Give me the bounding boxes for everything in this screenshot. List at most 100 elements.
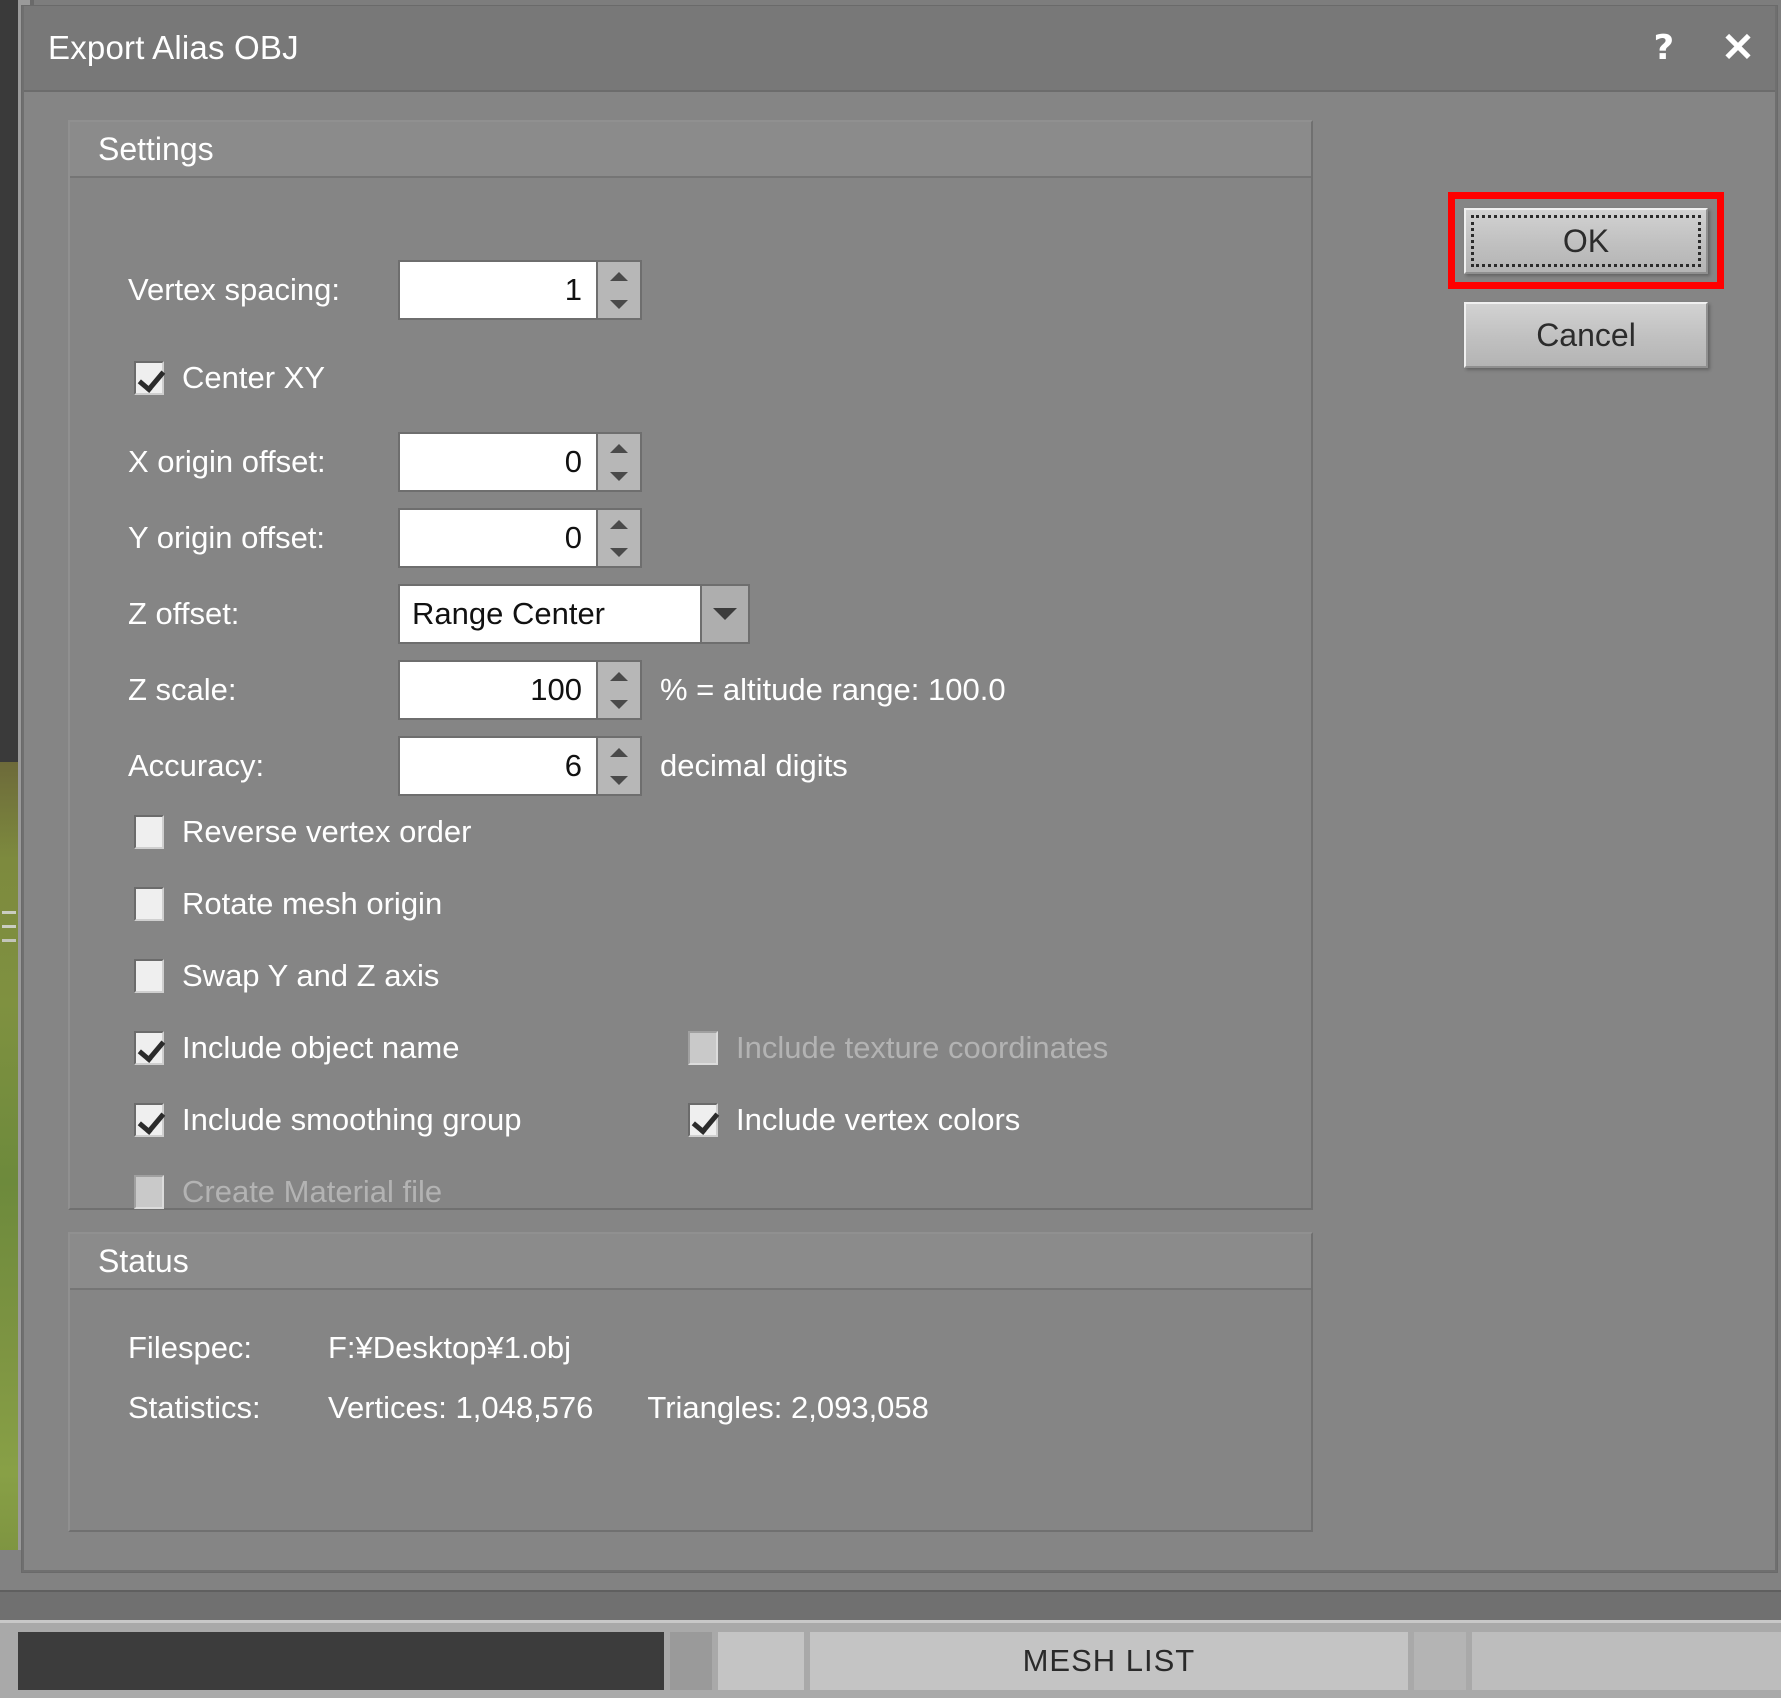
accuracy-spin-buttons[interactable] xyxy=(596,738,640,794)
background-status-bar xyxy=(0,1590,1781,1620)
include-object-name-checkbox[interactable] xyxy=(134,1031,164,1065)
ok-button-label: OK xyxy=(1562,222,1610,259)
status-group: Status Filespec: F:¥Desktop¥1.obj Statis… xyxy=(68,1232,1313,1532)
accuracy-stepper[interactable]: 6 xyxy=(398,736,642,796)
status-group-header: Status xyxy=(70,1234,1311,1290)
accuracy-suffix: decimal digits xyxy=(660,748,848,783)
dialog-body: Settings Vertex spacing: 1 Center XY X o… xyxy=(24,92,1775,1570)
include-vertex-colors-row[interactable]: Include vertex colors xyxy=(688,1102,1020,1138)
include-vertex-colors-label: Include vertex colors xyxy=(736,1102,1021,1137)
y-origin-offset-row: Y origin offset: 0 xyxy=(128,508,642,568)
vertex-spacing-row: Vertex spacing: 1 xyxy=(128,260,642,320)
vertex-spacing-spin-buttons[interactable] xyxy=(596,262,640,318)
swap-y-z-axis-label: Swap Y and Z axis xyxy=(182,958,440,993)
background-toolbar: MESH LIST xyxy=(0,1620,1781,1698)
statistics-row: Statistics: Vertices: 1,048,576 Triangle… xyxy=(128,1390,929,1426)
chevron-down-icon[interactable] xyxy=(700,586,748,642)
y-origin-offset-stepper[interactable]: 0 xyxy=(398,508,642,568)
dialog-title: Export Alias OBJ xyxy=(48,29,299,66)
background-toolbar-button-1[interactable] xyxy=(718,1631,804,1690)
y-origin-offset-label: Y origin offset: xyxy=(128,520,326,555)
close-x-icon[interactable]: ✕ xyxy=(1701,17,1775,79)
accuracy-row: Accuracy: 6 decimal digits xyxy=(128,736,848,796)
dialog-titlebar: Export Alias OBJ ? ✕ xyxy=(24,6,1775,92)
statistics-vertices: Vertices: 1,048,576 xyxy=(328,1390,594,1425)
spin-up-icon[interactable] xyxy=(598,738,640,766)
help-question-icon[interactable]: ? xyxy=(1627,17,1701,79)
z-scale-input[interactable]: 100 xyxy=(400,662,596,718)
include-smoothing-group-checkbox[interactable] xyxy=(134,1103,164,1137)
y-origin-offset-input[interactable]: 0 xyxy=(400,510,596,566)
center-xy-row[interactable]: Center XY xyxy=(134,360,325,396)
titlebar-buttons: ? ✕ xyxy=(1627,17,1775,79)
background-toolbar-spacer xyxy=(670,1631,713,1690)
filespec-row: Filespec: F:¥Desktop¥1.obj xyxy=(128,1330,571,1366)
background-toolbar-button-2[interactable] xyxy=(1414,1631,1466,1690)
include-smoothing-group-row[interactable]: Include smoothing group xyxy=(134,1102,522,1138)
swap-y-z-axis-checkbox[interactable] xyxy=(134,959,164,993)
spin-down-icon[interactable] xyxy=(598,766,640,794)
settings-group-header: Settings xyxy=(70,122,1311,178)
export-alias-obj-dialog: Export Alias OBJ ? ✕ Settings Vertex spa… xyxy=(22,6,1777,1572)
spin-up-icon[interactable] xyxy=(598,434,640,462)
create-material-file-checkbox xyxy=(134,1175,164,1209)
rotate-mesh-origin-row[interactable]: Rotate mesh origin xyxy=(134,886,442,922)
rotate-mesh-origin-checkbox[interactable] xyxy=(134,887,164,921)
settings-group: Settings Vertex spacing: 1 Center XY X o… xyxy=(68,120,1313,1210)
z-scale-suffix: % = altitude range: 100.0 xyxy=(660,672,1006,707)
spin-up-icon[interactable] xyxy=(598,662,640,690)
center-xy-checkbox[interactable] xyxy=(134,361,164,395)
y-origin-offset-spin-buttons[interactable] xyxy=(596,510,640,566)
include-vertex-colors-checkbox[interactable] xyxy=(688,1103,718,1137)
vertex-spacing-input[interactable]: 1 xyxy=(400,262,596,318)
z-scale-spin-buttons[interactable] xyxy=(596,662,640,718)
spin-up-icon[interactable] xyxy=(598,262,640,290)
help-glyph: ? xyxy=(1653,28,1675,68)
spin-up-icon[interactable] xyxy=(598,510,640,538)
z-offset-selected-value[interactable]: Range Center xyxy=(400,586,700,642)
include-object-name-row[interactable]: Include object name xyxy=(134,1030,459,1066)
vertex-spacing-stepper[interactable]: 1 xyxy=(398,260,642,320)
x-origin-offset-label: X origin offset: xyxy=(128,444,326,479)
include-object-name-label: Include object name xyxy=(182,1030,460,1065)
accuracy-label: Accuracy: xyxy=(128,748,265,783)
center-xy-label: Center XY xyxy=(182,360,326,395)
background-toolbar-mesh-list[interactable]: MESH LIST xyxy=(809,1631,1409,1690)
spin-down-icon[interactable] xyxy=(598,462,640,490)
include-texture-coordinates-label: Include texture coordinates xyxy=(736,1030,1109,1065)
z-offset-label: Z offset: xyxy=(128,596,240,631)
x-origin-offset-input[interactable]: 0 xyxy=(400,434,596,490)
create-material-file-label: Create Material file xyxy=(182,1174,443,1209)
reverse-vertex-order-checkbox[interactable] xyxy=(134,815,164,849)
status-group-title: Status xyxy=(98,1242,189,1279)
cancel-button[interactable]: Cancel xyxy=(1464,302,1708,368)
spin-down-icon[interactable] xyxy=(598,538,640,566)
statistics-label: Statistics: xyxy=(128,1390,261,1425)
create-material-file-row: Create Material file xyxy=(134,1174,442,1210)
reverse-vertex-order-row[interactable]: Reverse vertex order xyxy=(134,814,471,850)
settings-group-title: Settings xyxy=(98,130,214,167)
z-offset-dropdown[interactable]: Range Center xyxy=(398,584,750,644)
z-offset-row: Z offset: Range Center xyxy=(128,584,750,644)
ok-button[interactable]: OK xyxy=(1464,208,1708,274)
close-glyph: ✕ xyxy=(1721,26,1755,70)
x-origin-offset-spin-buttons[interactable] xyxy=(596,434,640,490)
background-toolbar-button-3[interactable] xyxy=(1471,1631,1781,1690)
accuracy-input[interactable]: 6 xyxy=(400,738,596,794)
background-toolbar-dark-field xyxy=(18,1631,665,1690)
include-smoothing-group-label: Include smoothing group xyxy=(182,1102,522,1137)
background-terrain-markers xyxy=(2,905,16,957)
spin-down-icon[interactable] xyxy=(598,690,640,718)
include-texture-coordinates-row: Include texture coordinates xyxy=(688,1030,1108,1066)
reverse-vertex-order-label: Reverse vertex order xyxy=(182,814,472,849)
spin-down-icon[interactable] xyxy=(598,290,640,318)
background-dark-panel xyxy=(0,0,18,762)
filespec-value: F:¥Desktop¥1.obj xyxy=(328,1330,571,1365)
x-origin-offset-stepper[interactable]: 0 xyxy=(398,432,642,492)
swap-y-z-axis-row[interactable]: Swap Y and Z axis xyxy=(134,958,439,994)
rotate-mesh-origin-label: Rotate mesh origin xyxy=(182,886,443,921)
include-texture-coordinates-checkbox xyxy=(688,1031,718,1065)
z-scale-stepper[interactable]: 100 xyxy=(398,660,642,720)
cancel-button-label: Cancel xyxy=(1536,316,1636,353)
statistics-triangles: Triangles: 2,093,058 xyxy=(647,1390,929,1425)
